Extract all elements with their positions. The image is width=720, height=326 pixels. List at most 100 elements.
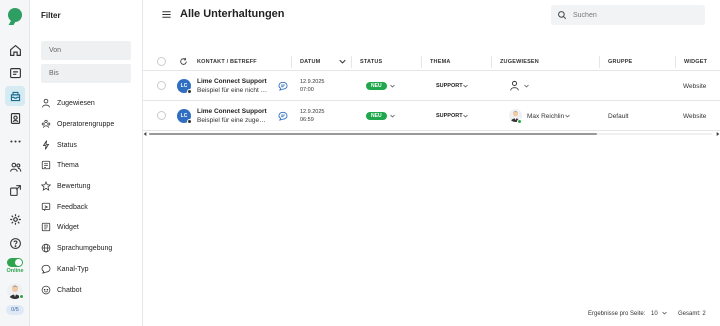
per-page-label: Ergebnisse pro Seite: bbox=[588, 311, 646, 317]
table-row[interactable]: LC Lime Connect Support Beispiel für ein… bbox=[143, 101, 720, 131]
conversations-icon[interactable] bbox=[5, 86, 25, 106]
row-date: 12.9.2025 bbox=[300, 79, 325, 85]
main-content: Alle Unterhaltungen KONTAKT / BETREFF DA… bbox=[143, 0, 720, 326]
table-row[interactable]: LC Lime Connect Support Beispiel für ein… bbox=[143, 71, 720, 101]
app-root: Online 0/5 Filter Von Bis Zugewiesen Ope… bbox=[0, 0, 720, 326]
status-badge[interactable]: NEU bbox=[366, 82, 387, 90]
refresh-icon[interactable] bbox=[179, 57, 188, 66]
filter-title: Filter bbox=[41, 11, 61, 20]
chat-bubble-icon[interactable] bbox=[278, 81, 288, 91]
filter-item-label: Feedback bbox=[57, 203, 88, 211]
online-status-label: Online bbox=[6, 268, 24, 274]
feedback-icon bbox=[41, 202, 51, 212]
status-badge[interactable]: NEU bbox=[366, 112, 387, 120]
topic-label[interactable]: SUPPORT bbox=[436, 113, 463, 119]
widget-label: Website bbox=[683, 83, 707, 90]
contact-status-dot bbox=[187, 119, 192, 124]
filter-item-label: Kanal-Typ bbox=[57, 265, 89, 273]
chatbot-icon bbox=[41, 285, 51, 295]
logo-icon[interactable] bbox=[8, 8, 22, 22]
column-header-topic[interactable]: THEMA bbox=[430, 52, 451, 71]
filter-item-label: Operatorengruppe bbox=[57, 120, 115, 128]
filter-item-label: Chatbot bbox=[57, 286, 82, 294]
filter-item-label: Sprachumgebung bbox=[57, 244, 113, 252]
chevron-down-icon[interactable] bbox=[565, 114, 570, 118]
contact-status-dot bbox=[187, 89, 192, 94]
globe-icon bbox=[41, 243, 51, 253]
online-toggle[interactable] bbox=[7, 258, 23, 267]
chevron-down-icon[interactable] bbox=[463, 114, 468, 118]
row-checkbox[interactable] bbox=[157, 81, 166, 90]
column-divider bbox=[291, 56, 292, 68]
filter-item-sprachumgebung[interactable]: Sprachumgebung bbox=[41, 241, 112, 255]
column-header-assigned[interactable]: ZUGEWIESEN bbox=[500, 52, 539, 71]
column-header-status[interactable]: STATUS bbox=[360, 52, 382, 71]
left-rail: Online 0/5 bbox=[0, 0, 30, 326]
search-box[interactable] bbox=[551, 5, 705, 25]
assignee-name[interactable]: Max Reichlin bbox=[527, 113, 564, 120]
chevron-down-icon[interactable] bbox=[390, 84, 395, 88]
filter-item-operatorengruppe[interactable]: Operatorengruppe bbox=[41, 117, 114, 131]
select-all-checkbox[interactable] bbox=[157, 57, 166, 66]
chevron-down-icon[interactable] bbox=[662, 311, 668, 315]
chevron-down-icon[interactable] bbox=[463, 84, 468, 88]
horizontal-scrollbar[interactable] bbox=[143, 132, 720, 136]
contact-name: Lime Connect Support bbox=[197, 108, 267, 115]
home-icon[interactable] bbox=[5, 40, 25, 60]
column-divider bbox=[599, 56, 600, 68]
table-header: KONTAKT / BETREFF DATUM STATUS THEMA ZUG… bbox=[143, 52, 720, 71]
sort-desc-icon[interactable] bbox=[339, 59, 346, 64]
scrollbar-thumb[interactable] bbox=[149, 133, 597, 135]
group-label: Default bbox=[608, 113, 629, 120]
filter-item-label: Widget bbox=[57, 223, 79, 231]
contacts-icon[interactable] bbox=[5, 108, 25, 128]
page-title: Alle Unterhaltungen bbox=[180, 8, 285, 20]
star-icon bbox=[41, 181, 51, 191]
per-page-select[interactable]: 10 bbox=[651, 311, 668, 317]
more-icon[interactable] bbox=[5, 131, 25, 151]
filter-item-chatbot[interactable]: Chatbot bbox=[41, 283, 82, 297]
column-header-date[interactable]: DATUM bbox=[300, 52, 320, 71]
topic-label[interactable]: SUPPORT bbox=[436, 83, 463, 89]
chat-bubble-icon[interactable] bbox=[278, 111, 288, 121]
menu-icon[interactable] bbox=[161, 9, 172, 20]
help-icon[interactable] bbox=[5, 233, 25, 253]
row-time: 06:59 bbox=[300, 117, 314, 123]
date-to-input[interactable]: Bis bbox=[41, 64, 131, 83]
bolt-icon bbox=[42, 140, 50, 150]
scroll-left-icon[interactable] bbox=[143, 132, 147, 136]
date-from-input[interactable]: Von bbox=[41, 41, 131, 60]
unassigned-person-icon[interactable] bbox=[509, 80, 520, 91]
contact-subject: Beispiel für eine zugewi... bbox=[197, 117, 269, 124]
filter-item-status[interactable]: Status bbox=[41, 138, 77, 152]
group-icon bbox=[41, 119, 51, 128]
settings-icon[interactable] bbox=[5, 209, 25, 229]
scroll-right-icon[interactable] bbox=[716, 132, 720, 136]
filter-item-label: Zugewiesen bbox=[57, 99, 95, 107]
column-header-group[interactable]: GRUPPE bbox=[608, 52, 632, 71]
chat-count-badge: 0/5 bbox=[6, 305, 24, 315]
widget-icon bbox=[41, 222, 51, 232]
chevron-down-icon[interactable] bbox=[524, 84, 529, 88]
filter-item-feedback[interactable]: Feedback bbox=[41, 200, 88, 214]
filter-item-zugewiesen[interactable]: Zugewiesen bbox=[41, 96, 95, 110]
column-header-widget[interactable]: WIDGET bbox=[684, 52, 707, 71]
row-time: 07:00 bbox=[300, 87, 314, 93]
column-header-contact[interactable]: KONTAKT / BETREFF bbox=[197, 52, 257, 71]
topic-icon bbox=[41, 160, 51, 170]
filter-item-thema[interactable]: Thema bbox=[41, 158, 79, 172]
column-divider bbox=[351, 56, 352, 68]
inbox-icon[interactable] bbox=[5, 63, 25, 83]
team-icon[interactable] bbox=[5, 157, 25, 177]
filter-item-kanal-typ[interactable]: Kanal-Typ bbox=[41, 262, 89, 276]
filter-item-bewertung[interactable]: Bewertung bbox=[41, 179, 90, 193]
contact-name: Lime Connect Support bbox=[197, 78, 267, 85]
column-divider bbox=[491, 56, 492, 68]
filter-item-widget[interactable]: Widget bbox=[41, 220, 79, 234]
chevron-down-icon[interactable] bbox=[390, 114, 395, 118]
widget-label: Website bbox=[683, 113, 707, 120]
row-checkbox[interactable] bbox=[157, 111, 166, 120]
integrations-icon[interactable] bbox=[5, 180, 25, 200]
search-input[interactable] bbox=[573, 11, 693, 19]
filter-item-label: Thema bbox=[57, 161, 79, 169]
